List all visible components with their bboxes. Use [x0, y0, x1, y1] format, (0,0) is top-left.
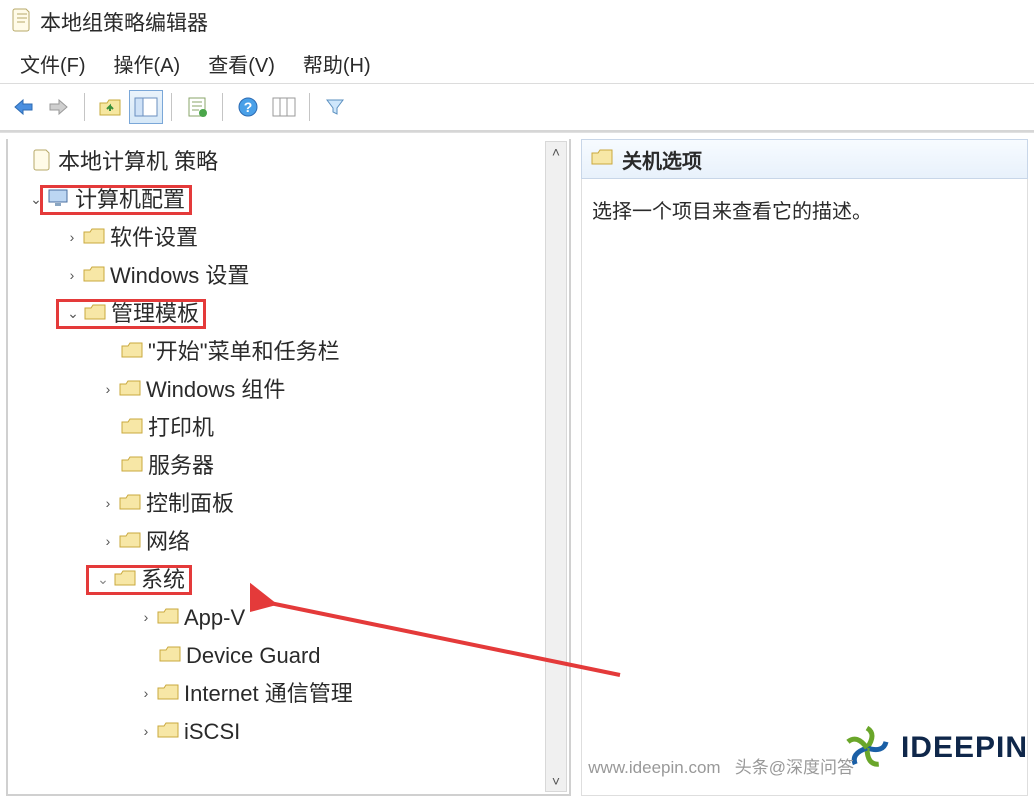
- scroll-icon: [32, 148, 54, 177]
- tree-label: 计算机配置: [75, 188, 185, 212]
- folder-icon: [120, 417, 144, 440]
- watermark-credit: www.ideepin.com 头条@深度问答: [588, 753, 854, 778]
- chevron-down-icon[interactable]: ⌄: [63, 306, 83, 321]
- chevron-right-icon[interactable]: ›: [136, 686, 156, 701]
- folder-icon: [118, 493, 142, 516]
- tree-pane: 本地计算机 策略 ⌄ 计算机配置 › 软件设置 › Windo: [6, 139, 571, 796]
- toolbar-separator: [222, 93, 223, 121]
- folder-icon: [82, 227, 106, 250]
- tree-label: 本地计算机 策略: [58, 150, 218, 174]
- tree-label: 网络: [146, 530, 190, 554]
- highlight-admin-templates: ⌄ 管理模板: [56, 299, 206, 329]
- tree-servers[interactable]: 服务器: [12, 447, 569, 485]
- svg-text:?: ?: [244, 99, 253, 115]
- menu-file[interactable]: 文件(F): [6, 43, 100, 84]
- show-hide-tree-button[interactable]: [129, 90, 163, 124]
- scroll-up-icon[interactable]: ˄: [552, 142, 560, 162]
- watermark-brand: IDEEPIN: [901, 731, 1028, 765]
- toolbar-separator: [309, 93, 310, 121]
- tree-network[interactable]: › 网络: [12, 523, 569, 561]
- toolbar: ?: [0, 84, 1034, 132]
- folder-icon: [83, 303, 107, 326]
- back-button[interactable]: [6, 90, 40, 124]
- tree-windows-components[interactable]: › Windows 组件: [12, 371, 569, 409]
- detail-title: 关机选项: [622, 145, 702, 174]
- tree-label: Internet 通信管理: [184, 682, 353, 706]
- folder-icon: [156, 607, 180, 630]
- tree-printers[interactable]: 打印机: [12, 409, 569, 447]
- tree-label: Windows 组件: [146, 378, 285, 402]
- tree-label: 管理模板: [111, 302, 199, 326]
- menu-view[interactable]: 查看(V): [194, 43, 289, 84]
- vertical-scrollbar[interactable]: ˄ ˅: [545, 141, 567, 792]
- chevron-right-icon[interactable]: ›: [98, 496, 118, 511]
- tree-label: Windows 设置: [110, 264, 249, 288]
- folder-icon: [158, 645, 182, 668]
- chevron-down-icon[interactable]: ⌄: [93, 572, 113, 587]
- tree-label: Device Guard: [186, 644, 321, 668]
- scroll-down-icon[interactable]: ˅: [552, 771, 560, 791]
- detail-placeholder: 选择一个项目来查看它的描述。: [592, 201, 872, 223]
- chevron-right-icon[interactable]: ›: [136, 610, 156, 625]
- toolbar-separator: [84, 93, 85, 121]
- tree-appv[interactable]: › App-V: [12, 599, 569, 637]
- policy-tree: 本地计算机 策略 ⌄ 计算机配置 › 软件设置 › Windo: [8, 139, 569, 755]
- highlight-system: ⌄ 系统: [86, 565, 192, 595]
- main-area: 本地计算机 策略 ⌄ 计算机配置 › 软件设置 › Windo: [0, 132, 1034, 796]
- up-folder-button[interactable]: [93, 90, 127, 124]
- folder-icon: [118, 531, 142, 554]
- folder-icon: [590, 148, 614, 171]
- tree-root[interactable]: 本地计算机 策略: [12, 143, 569, 181]
- folder-icon: [120, 341, 144, 364]
- watermark-logo: IDEEPIN: [839, 720, 1028, 776]
- tree-system[interactable]: ⌄ 系统: [12, 561, 569, 599]
- folder-icon: [156, 721, 180, 744]
- tree-start-menu[interactable]: "开始"菜单和任务栏: [12, 333, 569, 371]
- tree-device-guard[interactable]: Device Guard: [12, 637, 569, 675]
- computer-icon: [47, 188, 71, 213]
- title-bar: 本地组策略编辑器: [0, 0, 1034, 44]
- toolbar-separator: [171, 93, 172, 121]
- help-button[interactable]: ?: [231, 90, 265, 124]
- tree-label: 软件设置: [110, 226, 198, 250]
- detail-pane: 关机选项 选择一个项目来查看它的描述。: [581, 139, 1028, 796]
- chevron-right-icon[interactable]: ›: [98, 534, 118, 549]
- chevron-right-icon[interactable]: ›: [62, 268, 82, 283]
- menu-help[interactable]: 帮助(H): [289, 43, 385, 84]
- tree-label: 系统: [141, 568, 185, 592]
- chevron-right-icon[interactable]: ›: [136, 724, 156, 739]
- tree-internet-comm[interactable]: › Internet 通信管理: [12, 675, 569, 713]
- folder-icon: [113, 569, 137, 592]
- folder-icon: [120, 455, 144, 478]
- tree-label: 打印机: [148, 416, 214, 440]
- detail-header: 关机选项: [581, 139, 1028, 179]
- folder-icon: [118, 379, 142, 402]
- tree-software-settings[interactable]: › 软件设置: [12, 219, 569, 257]
- menu-action[interactable]: 操作(A): [100, 43, 195, 84]
- properties-button[interactable]: [180, 90, 214, 124]
- tree-label: "开始"菜单和任务栏: [148, 340, 340, 364]
- tree-admin-templates[interactable]: ⌄ 管理模板: [12, 295, 569, 333]
- detail-body: 选择一个项目来查看它的描述。: [581, 179, 1028, 796]
- window-title: 本地组策略编辑器: [40, 7, 208, 37]
- tree-label: 服务器: [148, 454, 214, 478]
- filter-button[interactable]: [318, 90, 352, 124]
- forward-button[interactable]: [42, 90, 76, 124]
- chevron-right-icon[interactable]: ›: [98, 382, 118, 397]
- highlight-computer-config: 计算机配置: [40, 185, 192, 216]
- layout-button[interactable]: [267, 90, 301, 124]
- tree-windows-settings[interactable]: › Windows 设置: [12, 257, 569, 295]
- scroll-icon: [10, 7, 34, 38]
- menu-bar: 文件(F) 操作(A) 查看(V) 帮助(H): [0, 44, 1034, 84]
- tree-label: 控制面板: [146, 492, 234, 516]
- chevron-right-icon[interactable]: ›: [62, 230, 82, 245]
- tree-computer-config[interactable]: ⌄ 计算机配置: [12, 181, 569, 219]
- folder-icon: [82, 265, 106, 288]
- tree-control-panel[interactable]: › 控制面板: [12, 485, 569, 523]
- tree-iscsi[interactable]: › iSCSI: [12, 713, 569, 751]
- folder-icon: [156, 683, 180, 706]
- tree-label: iSCSI: [184, 720, 240, 744]
- tree-label: App-V: [184, 606, 245, 630]
